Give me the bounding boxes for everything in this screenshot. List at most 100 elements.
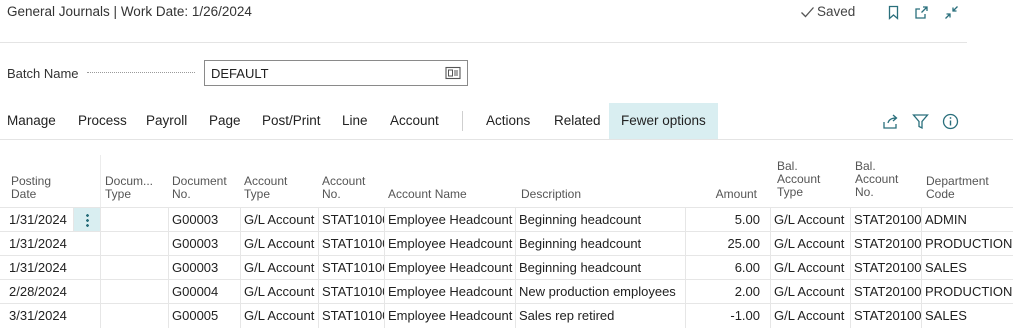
info-icon[interactable] [942, 113, 960, 131]
cell-bal-account-type[interactable]: G/L Account [770, 280, 850, 304]
checkmark-icon [801, 6, 814, 17]
cell-bal-account-no[interactable]: STAT20100 [850, 304, 921, 328]
cell-account-name[interactable]: Employee Headcount [384, 256, 515, 280]
action-line[interactable]: Line [342, 103, 368, 139]
cell-description[interactable]: New production employees [515, 280, 685, 304]
cell-amount[interactable]: -1.00 [685, 304, 765, 328]
row-menu-icon[interactable] [73, 208, 100, 232]
fewer-options-button[interactable]: Fewer options [609, 103, 718, 139]
header-document-no[interactable]: Document No. [172, 175, 237, 201]
cell-document-type[interactable] [100, 232, 168, 256]
cell-account-type[interactable]: G/L Account [240, 304, 318, 328]
cell-posting-date[interactable]: 3/31/2024 [0, 304, 73, 328]
cell-account-type[interactable]: G/L Account [240, 256, 318, 280]
cell-account-no[interactable]: STAT10100 [318, 256, 384, 280]
cell-bal-account-no[interactable]: STAT20100 [850, 280, 921, 304]
cell-account-name[interactable]: Employee Headcount [384, 232, 515, 256]
batch-name-field[interactable]: DEFAULT [204, 60, 468, 86]
header-account-no[interactable]: Account No. [322, 175, 382, 201]
header-amount[interactable]: Amount [697, 188, 757, 201]
cell-amount[interactable]: 2.00 [685, 280, 765, 304]
cell-posting-date[interactable]: 2/28/2024 [0, 280, 73, 304]
cell-bal-account-type[interactable]: G/L Account [770, 256, 850, 280]
cell-posting-date[interactable]: 1/31/2024 [0, 256, 73, 280]
cell-bal-account-type[interactable]: G/L Account [770, 232, 850, 256]
table-row[interactable]: 2/28/2024 G00004 G/L Account STAT10100 Emplo… [0, 279, 1013, 304]
collapse-icon[interactable] [942, 3, 960, 21]
cell-bal-account-no[interactable]: STAT20100 [850, 256, 921, 280]
action-actions[interactable]: Actions [486, 103, 530, 139]
cell-account-no[interactable]: STAT10100 [318, 280, 384, 304]
table-row[interactable]: 1/31/2024 G00003 G/L Account STAT10100 Emplo… [0, 255, 1013, 280]
header-bal-account-no[interactable]: Bal. Account No. [855, 160, 915, 199]
action-related[interactable]: Related [554, 103, 601, 139]
cell-document-type[interactable] [100, 304, 168, 328]
cell-department-code[interactable]: SALES [921, 304, 1013, 328]
cell-document-no[interactable]: G00003 [168, 208, 240, 232]
header-divider [100, 155, 101, 207]
cell-posting-date[interactable]: 1/31/2024 [0, 208, 73, 232]
cell-account-type[interactable]: G/L Account [240, 232, 318, 256]
table-row[interactable]: 1/31/2024 G00003 G/L Account STAT10100 Emplo… [0, 207, 1013, 232]
cell-account-type[interactable]: G/L Account [240, 208, 318, 232]
cell-description[interactable]: Beginning headcount [515, 256, 685, 280]
cell-description[interactable]: Beginning headcount [515, 232, 685, 256]
cell-department-code[interactable]: PRODUCTION [921, 280, 1013, 304]
action-payroll[interactable]: Payroll [146, 103, 187, 139]
batch-name-value: DEFAULT [211, 66, 269, 81]
cell-description[interactable]: Sales rep retired [515, 304, 685, 328]
header-bal-account-type[interactable]: Bal. Account Type [777, 160, 842, 199]
cell-bal-account-no[interactable]: STAT20100 [850, 232, 921, 256]
cell-bal-account-type[interactable]: G/L Account [770, 208, 850, 232]
share-icon[interactable] [882, 113, 900, 131]
cell-document-no[interactable]: G00003 [168, 232, 240, 256]
action-process[interactable]: Process [78, 103, 127, 139]
cell-department-code[interactable]: ADMIN [921, 208, 1013, 232]
header-posting-date[interactable]: Posting Date [11, 175, 71, 201]
header-document-type[interactable]: Docum... Type [105, 175, 165, 201]
batch-name-label: Batch Name [7, 66, 79, 81]
action-manage[interactable]: Manage [7, 103, 56, 139]
header-description[interactable]: Description [521, 188, 641, 201]
action-post-print[interactable]: Post/Print [262, 103, 321, 139]
cell-document-no[interactable]: G00005 [168, 304, 240, 328]
cell-bal-account-no[interactable]: STAT20100 [850, 208, 921, 232]
cell-department-code[interactable]: SALES [921, 256, 1013, 280]
cell-account-no[interactable]: STAT10100 [318, 304, 384, 328]
cell-document-no[interactable]: G00003 [168, 256, 240, 280]
table-row[interactable]: 3/31/2024 G00005 G/L Account STAT10100 Emplo… [0, 303, 1013, 328]
action-page[interactable]: Page [209, 103, 241, 139]
cell-document-type[interactable] [100, 208, 168, 232]
filter-icon[interactable] [912, 113, 930, 131]
action-bar: Manage Process Payroll Page Post/Print L… [0, 103, 1013, 140]
cell-amount[interactable]: 25.00 [685, 232, 765, 256]
action-account[interactable]: Account [390, 103, 439, 139]
cell-account-no[interactable]: STAT10100 [318, 208, 384, 232]
header-department-code[interactable]: Department Code [926, 175, 1006, 201]
cell-account-name[interactable]: Employee Headcount [384, 208, 515, 232]
cell-account-type[interactable]: G/L Account [240, 280, 318, 304]
cell-department-code[interactable]: PRODUCTION [921, 232, 1013, 256]
cell-amount[interactable]: 5.00 [685, 208, 765, 232]
action-divider [462, 111, 463, 131]
lookup-icon[interactable] [445, 66, 461, 80]
cell-bal-account-type[interactable]: G/L Account [770, 304, 850, 328]
header-account-name[interactable]: Account Name [388, 188, 508, 201]
header-account-type[interactable]: Account Type [244, 175, 309, 201]
cell-posting-date[interactable]: 1/31/2024 [0, 232, 73, 256]
cell-account-no[interactable]: STAT10100 [318, 232, 384, 256]
cell-document-type[interactable] [100, 280, 168, 304]
saved-label: Saved [817, 4, 856, 19]
cell-document-type[interactable] [100, 256, 168, 280]
cell-account-name[interactable]: Employee Headcount [384, 304, 515, 328]
cell-description[interactable]: Beginning headcount [515, 208, 685, 232]
cell-document-no[interactable]: G00004 [168, 280, 240, 304]
cell-amount[interactable]: 6.00 [685, 256, 765, 280]
open-new-window-icon[interactable] [912, 3, 930, 21]
cell-account-name[interactable]: Employee Headcount [384, 280, 515, 304]
saved-status: Saved [800, 4, 855, 19]
bookmark-icon[interactable] [884, 3, 902, 21]
page-title: General Journals | Work Date: 1/26/2024 [7, 4, 252, 19]
table-row[interactable]: 1/31/2024 G00003 G/L Account STAT10100 Emplo… [0, 231, 1013, 256]
header-divider [0, 42, 967, 43]
